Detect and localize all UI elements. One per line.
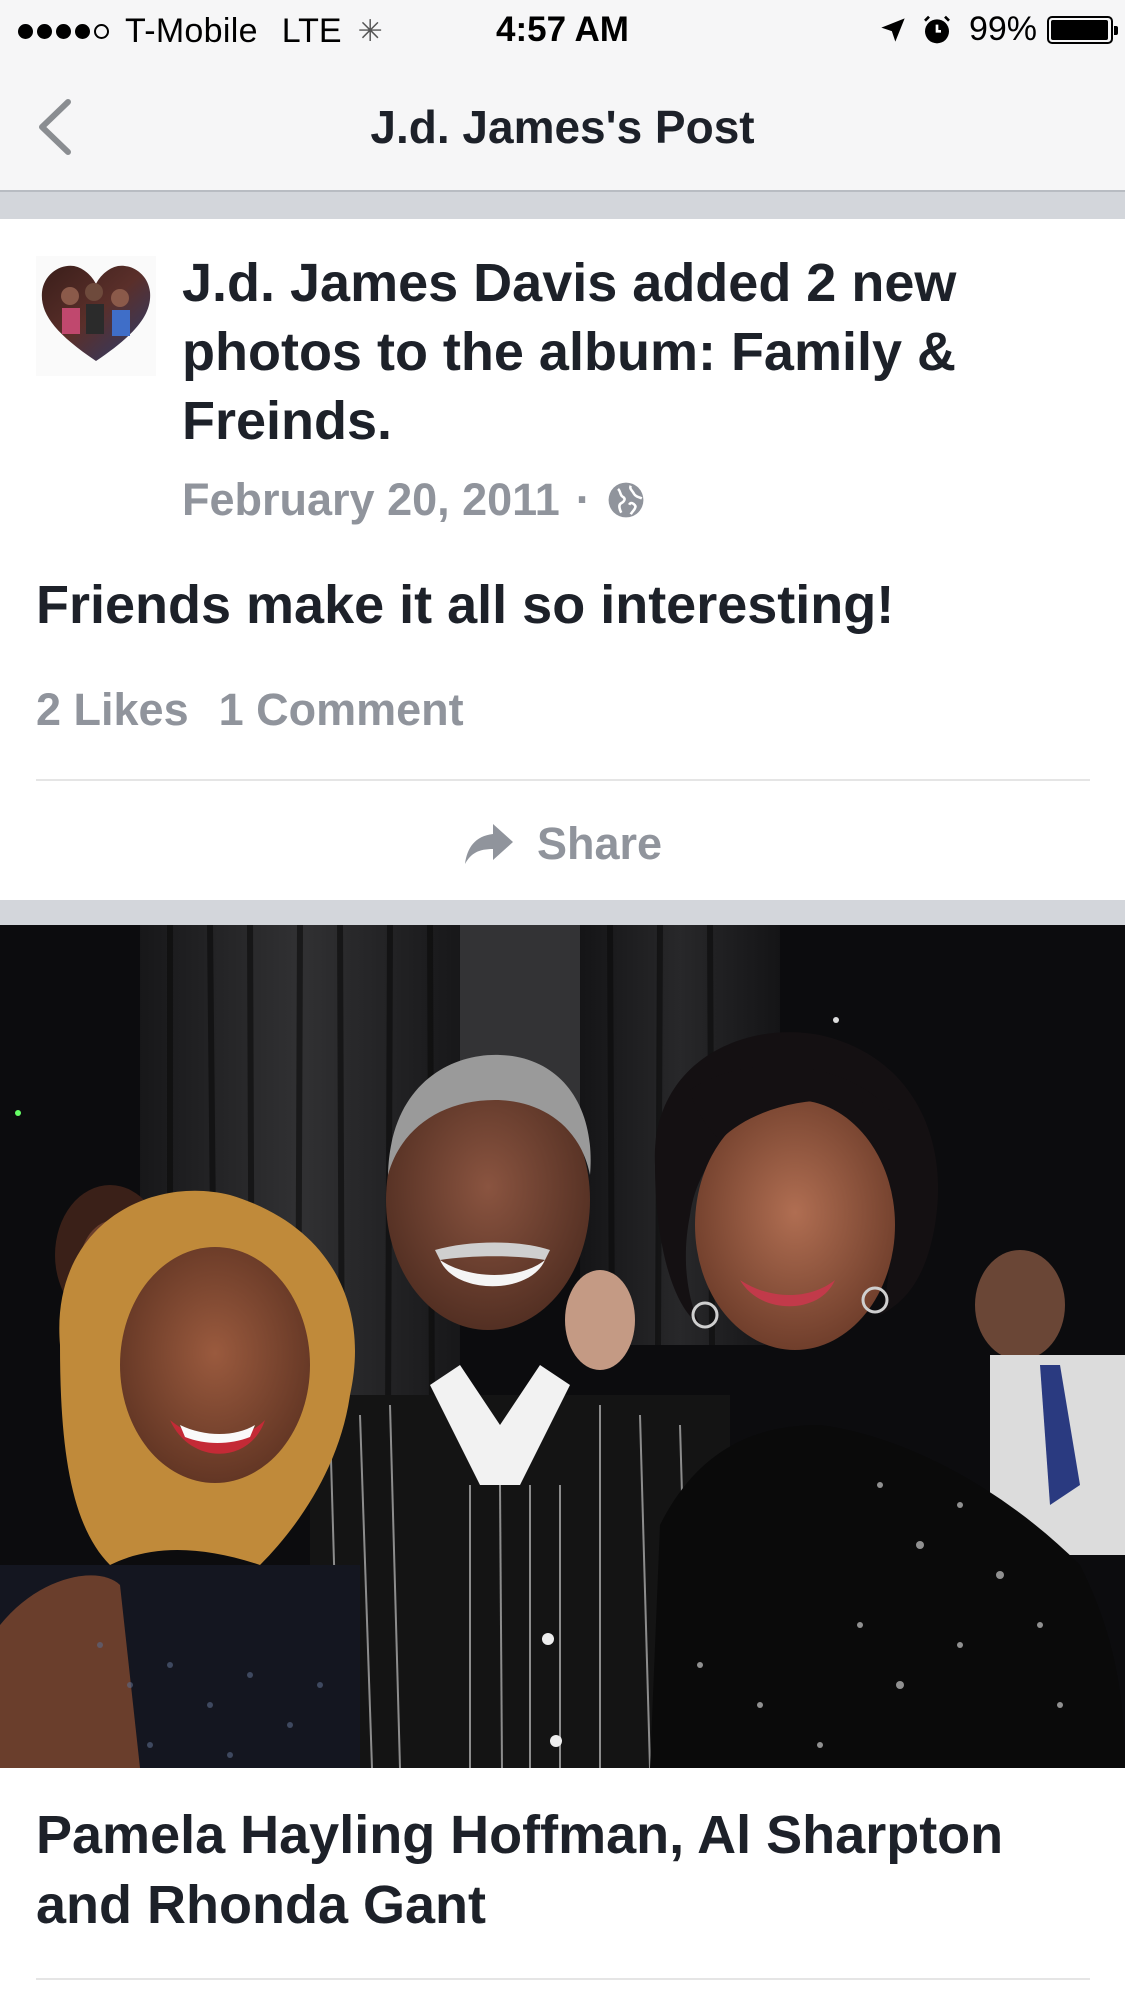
engagement-counts: 2 Likes 1 Comment	[36, 684, 494, 736]
divider	[36, 779, 1090, 781]
globe-icon	[608, 482, 644, 518]
meta-separator: ·	[575, 474, 591, 525]
navigation-bar: J.d. James's Post	[0, 64, 1125, 192]
post-card: J.d. James Davis added 2 new photos to t…	[0, 219, 1125, 900]
share-label: Share	[536, 818, 663, 869]
status-bar: T-Mobile LTE ✳ 4:57 AM 99%	[0, 0, 1125, 64]
battery-fill	[1051, 19, 1109, 40]
battery-percent: 99%	[968, 10, 1037, 48]
post-header-text: J.d. James Davis added 2 new photos to t…	[182, 249, 1082, 456]
battery-icon	[1047, 15, 1118, 44]
author-avatar[interactable]	[36, 256, 156, 376]
photo-caption: Pamela Hayling Hoffman, Al Sharpton and …	[36, 1805, 1004, 1935]
post-meta: February 20, 2011 ·	[182, 474, 645, 526]
comments-count[interactable]: 1 Comment	[219, 684, 464, 736]
separator-band	[0, 900, 1125, 925]
share-arrow-icon	[464, 824, 513, 864]
share-button[interactable]: Share	[0, 809, 1125, 879]
alarm-clock-icon	[923, 15, 950, 43]
divider	[36, 1978, 1090, 1980]
page-title: J.d. James's Post	[370, 101, 755, 153]
location-arrow-icon	[881, 17, 905, 42]
post-date[interactable]: February 20, 2011	[182, 474, 560, 526]
status-right: 99%	[879, 10, 1118, 49]
separator-band	[0, 192, 1125, 219]
post-photo[interactable]	[0, 925, 1125, 1768]
likes-count[interactable]: 2 Likes	[36, 684, 189, 736]
post-body-text: Friends make it all so interesting!	[36, 575, 895, 635]
author-name[interactable]: J.d. James Davis	[182, 253, 617, 313]
